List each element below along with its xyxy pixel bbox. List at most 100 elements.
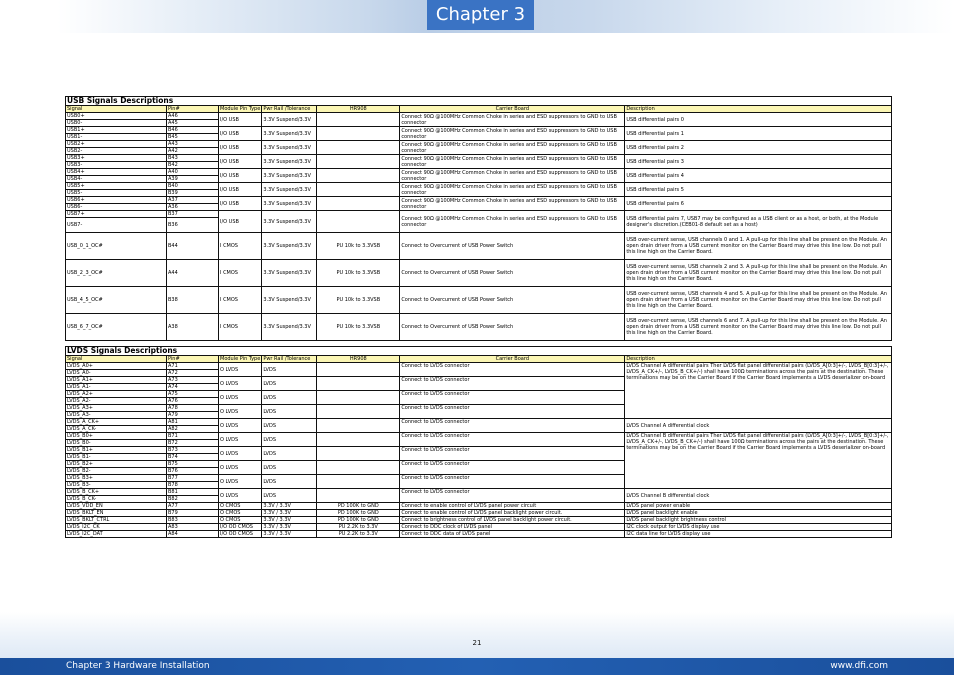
power-rail: LVDS [261,446,318,461]
signal-description: USB differential pairs 1 [624,126,893,141]
signal-name: LVDS_A2+ [65,390,167,398]
signal-description: USB differential pairs 7, USB7 may be co… [624,210,893,233]
power-rail: LVDS [261,362,318,377]
pin-type: I/O USB [217,168,263,183]
power-rail: LVDS [261,376,318,391]
carrier-board-note: Connect 90Ω @100MHz Common Choke in seri… [399,112,626,127]
table-row: USB_4_5_OC# B38 I CMOS 3.3V Suspend/3.3V PU … [65,286,893,314]
pin-number: A45 [166,119,219,127]
pin-number: A72 [166,369,219,377]
carrier-board-note: Connect to LVDS connector [399,474,626,489]
footer-website-link[interactable]: www.dfi.com [830,658,888,675]
table-row: LVDS_VDD_EN A77 O CMOS 3.3V / 3.3V PD 100K t… [65,502,893,510]
power-rail: 3.3V / 3.3V [261,530,318,538]
header-carrier-board: Carrier Board [399,355,626,363]
pin-type: I CMOS [217,313,263,341]
pin-type: I/O OD CMOS [217,523,263,531]
lvds-title-row: LVDS Signals Descriptions [64,346,893,356]
pin-number: B36 [166,217,219,233]
carrier-board-note: Connect to Overcurrent of USB Power Swit… [399,313,626,341]
signal-name: LVDS_I2C_DAT [65,530,167,538]
power-rail: 3.3V Suspend/3.3V [261,126,318,141]
usb-title-row: USB Signals Descriptions [64,96,893,106]
pin-number: B73 [166,446,219,454]
signal-name: LVDS_A2- [65,397,167,405]
carrier-board-note: Connect to enable control of LVDS panel … [399,509,626,517]
pin-number: B72 [166,439,219,447]
hr908-value [316,154,401,169]
pin-number: B78 [166,481,219,489]
header-pwr-rail: Pwr Rail /Tolerance [261,105,318,113]
pin-number: B43 [166,154,219,162]
signal-name: LVDS_VDD_EN [65,502,167,510]
carrier-board-note: Connect 90Ω @100MHz Common Choke in seri… [399,168,626,183]
power-rail: 3.3V / 3.3V [261,509,318,517]
pin-number: B76 [166,467,219,475]
pin-type: I/O USB [217,112,263,127]
pin-number: A44 [166,259,219,287]
carrier-board-note: Connect to Overcurrent of USB Power Swit… [399,259,626,287]
carrier-board-note: Connect to Overcurrent of USB Power Swit… [399,286,626,314]
hr908-value [316,112,401,127]
hr908-value [316,196,401,211]
footer-bar: Chapter 3 Hardware Installation www.dfi.… [0,658,954,675]
section-title: LVDS Signals Descriptions [64,346,893,356]
signal-description: LVDS panel power enable [624,502,893,510]
pin-type: I/O OD CMOS [217,530,263,538]
table-row: USB1+ B46 I/O USB 3.3V Suspend/3.3V Connect … [65,126,893,141]
power-rail: 3.3V Suspend/3.3V [261,286,318,314]
hr908-value: PU 10k to 3.3VSB [316,232,401,260]
pin-number: B44 [166,232,219,260]
signal-description: USB over-current sense, USB channels 2 a… [624,259,893,287]
pin-type: O LVDS [217,446,263,461]
power-rail: 3.3V Suspend/3.3V [261,140,318,155]
power-rail: LVDS [261,488,318,503]
signal-name: LVDS_BKLT_CTRL [65,516,167,524]
signal-name: LVDS_B2+ [65,460,167,468]
signal-name: LVDS_A3+ [65,404,167,412]
table-row: USB5+ B40 I/O USB 3.3V Suspend/3.3V Connect … [65,182,893,197]
table-row: LVDS_B_CK+ B81 O LVDS LVDS Connect to LVDS c… [65,488,893,503]
carrier-board-note: Connect to DDC data of LVDS panel [399,530,626,538]
power-rail: 3.3V Suspend/3.3V [261,154,318,169]
pin-number: A79 [166,411,219,419]
hr908-value: PD 100K to GND [316,502,401,510]
pin-type: O LVDS [217,460,263,475]
table-row: USB_2_3_OC# A44 I CMOS 3.3V Suspend/3.3V PU … [65,259,893,287]
carrier-board-note: Connect to LVDS connector [399,488,626,503]
pin-number: A37 [166,196,219,204]
signal-name: USB5- [65,189,167,197]
pin-type: O CMOS [217,509,263,517]
signal-name: USB_0_1_OC# [65,232,167,260]
hr908-value [316,404,401,419]
carrier-board-note: Connect 90Ω @100MHz Common Choke in seri… [399,182,626,197]
header-carrier-board: Carrier Board [399,105,626,113]
pin-number: B81 [166,488,219,496]
signal-name: LVDS_A_CK+ [65,418,167,426]
signal-name: LVDS_B3+ [65,474,167,482]
power-rail: LVDS [261,404,318,419]
pin-number: A78 [166,404,219,412]
pin-number: A83 [166,523,219,531]
signal-name: LVDS_A1+ [65,376,167,384]
table-header-row: Signal Pin# Module Pin Type Pwr Rail /Toler… [65,355,893,363]
signal-description: I2C data line for LVDS display use [624,530,893,538]
pin-number: A42 [166,147,219,155]
pin-number: A82 [166,425,219,433]
pin-number: B79 [166,509,219,517]
table-row: USB_0_1_OC# B44 I CMOS 3.3V Suspend/3.3V PU … [65,232,893,260]
hr908-value [316,446,401,461]
signal-name: USB4- [65,175,167,183]
signal-description: USB over-current sense, USB channels 4 a… [624,286,893,314]
header-pin-type: Module Pin Type [217,355,263,363]
signal-name: LVDS_A1- [65,383,167,391]
footer-gradient-band [0,612,954,658]
header-signal: Signal [65,355,167,363]
pin-number: B42 [166,161,219,169]
carrier-board-note: Connect to LVDS connector [399,446,626,461]
table-row: LVDS_B0+ B71 O LVDS LVDS Connect to LVDS con… [65,432,893,489]
signal-name: USB2+ [65,140,167,148]
signal-description: LVDS panel backlight enable [624,509,893,517]
signal-description: LVDS Channel B differential pairs Ther L… [624,432,893,489]
signal-name: USB6- [65,203,167,211]
